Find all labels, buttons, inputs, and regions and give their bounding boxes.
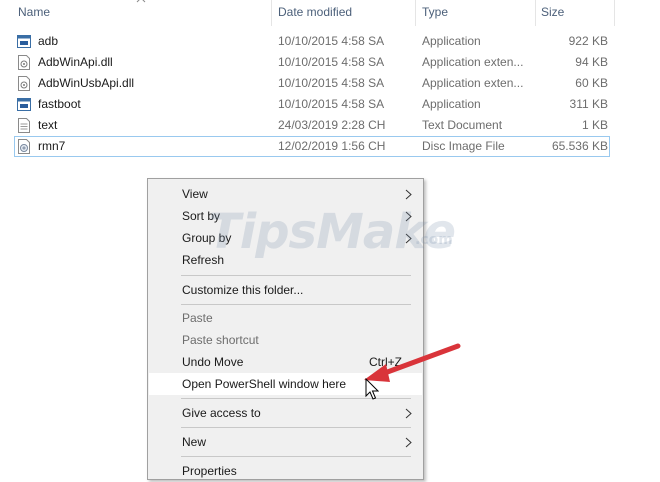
menu-item-label: Paste shortcut: [182, 333, 259, 347]
file-date: 10/10/2015 4:58 SA: [278, 55, 385, 69]
file-row-adbwinapi[interactable]: AdbWinApi.dll 10/10/2015 4:58 SA Applica…: [14, 52, 610, 73]
file-size: 94 KB: [575, 55, 608, 69]
file-type: Application: [422, 97, 481, 111]
menu-item-label: Give access to: [182, 406, 261, 420]
file-size: 60 KB: [575, 76, 608, 90]
menu-item-label: View: [182, 187, 208, 201]
mouse-cursor-icon: [365, 378, 379, 400]
column-size-header[interactable]: Size: [541, 5, 564, 19]
menu-item-label: Properties: [182, 464, 237, 478]
column-divider[interactable]: [614, 0, 615, 26]
file-name: fastboot: [38, 97, 81, 111]
column-type-header[interactable]: Type: [422, 5, 448, 19]
watermark-domain: .com: [415, 232, 453, 248]
menu-item-give-access[interactable]: Give access to: [149, 402, 422, 424]
menu-item-view[interactable]: View: [149, 183, 422, 205]
chevron-right-icon: [405, 437, 412, 448]
file-date: 24/03/2019 2:28 CH: [278, 118, 386, 132]
file-size: 1 KB: [581, 118, 608, 132]
menu-item-paste[interactable]: Paste: [149, 307, 422, 329]
file-date: 10/10/2015 4:58 SA: [278, 34, 385, 48]
application-icon: [17, 98, 31, 111]
file-size: 922 KB: [568, 34, 608, 48]
file-row-adb[interactable]: adb 10/10/2015 4:58 SA Application 922 K…: [14, 31, 610, 52]
file-date: 10/10/2015 4:58 SA: [278, 97, 385, 111]
menu-item-label: Open PowerShell window here: [182, 377, 347, 391]
disc-image-icon: [18, 139, 30, 154]
menu-separator: [181, 427, 411, 428]
file-row-adbwinusbapi[interactable]: AdbWinUsbApi.dll 10/10/2015 4:58 SA Appl…: [14, 73, 610, 94]
column-name-header[interactable]: Name: [18, 5, 50, 19]
file-type: Text Document: [422, 118, 503, 132]
file-name: text: [38, 118, 58, 132]
menu-item-customize-folder[interactable]: Customize this folder...: [149, 279, 422, 301]
column-header: Name Date modified Type Size: [0, 0, 660, 26]
file-row-fastboot[interactable]: fastboot 10/10/2015 4:58 SA Application …: [14, 94, 610, 115]
column-divider[interactable]: [535, 0, 536, 26]
menu-item-label: Undo Move: [182, 355, 244, 369]
column-divider[interactable]: [415, 0, 416, 26]
file-type: Application: [422, 34, 481, 48]
file-type: Disc Image File: [422, 139, 505, 153]
sort-ascending-icon: [136, 0, 146, 3]
file-size: 311 KB: [569, 97, 608, 111]
menu-item-label: Paste: [182, 311, 213, 325]
file-name: rmn7: [38, 139, 66, 153]
file-size: 65.536 KB: [551, 139, 608, 153]
column-date-header[interactable]: Date modified: [278, 5, 352, 19]
dll-icon: [18, 55, 30, 70]
file-row-text[interactable]: text 24/03/2019 2:28 CH Text Document 1 …: [14, 115, 610, 136]
menu-item-new[interactable]: New: [149, 431, 422, 453]
text-document-icon: [18, 118, 30, 133]
file-date: 12/02/2019 1:56 CH: [278, 139, 386, 153]
chevron-right-icon: [405, 408, 412, 419]
menu-separator: [181, 456, 411, 457]
file-type: Application exten...: [422, 55, 524, 69]
menu-item-label: New: [182, 435, 207, 449]
file-name: AdbWinApi.dll: [38, 55, 113, 69]
chevron-right-icon: [405, 189, 412, 200]
menu-separator: [181, 275, 411, 276]
file-type: Application exten...: [422, 76, 524, 90]
menu-item-label: Customize this folder...: [182, 283, 304, 297]
menu-item-properties[interactable]: Properties: [149, 460, 422, 482]
file-name: AdbWinUsbApi.dll: [38, 76, 135, 90]
file-date: 10/10/2015 4:58 SA: [278, 76, 385, 90]
column-divider[interactable]: [271, 0, 272, 26]
file-name: adb: [38, 34, 59, 48]
dll-icon: [18, 76, 30, 91]
application-icon: [17, 35, 31, 48]
file-row-rmn7[interactable]: rmn7 12/02/2019 1:56 CH Disc Image File …: [14, 136, 610, 157]
menu-separator: [181, 304, 411, 305]
